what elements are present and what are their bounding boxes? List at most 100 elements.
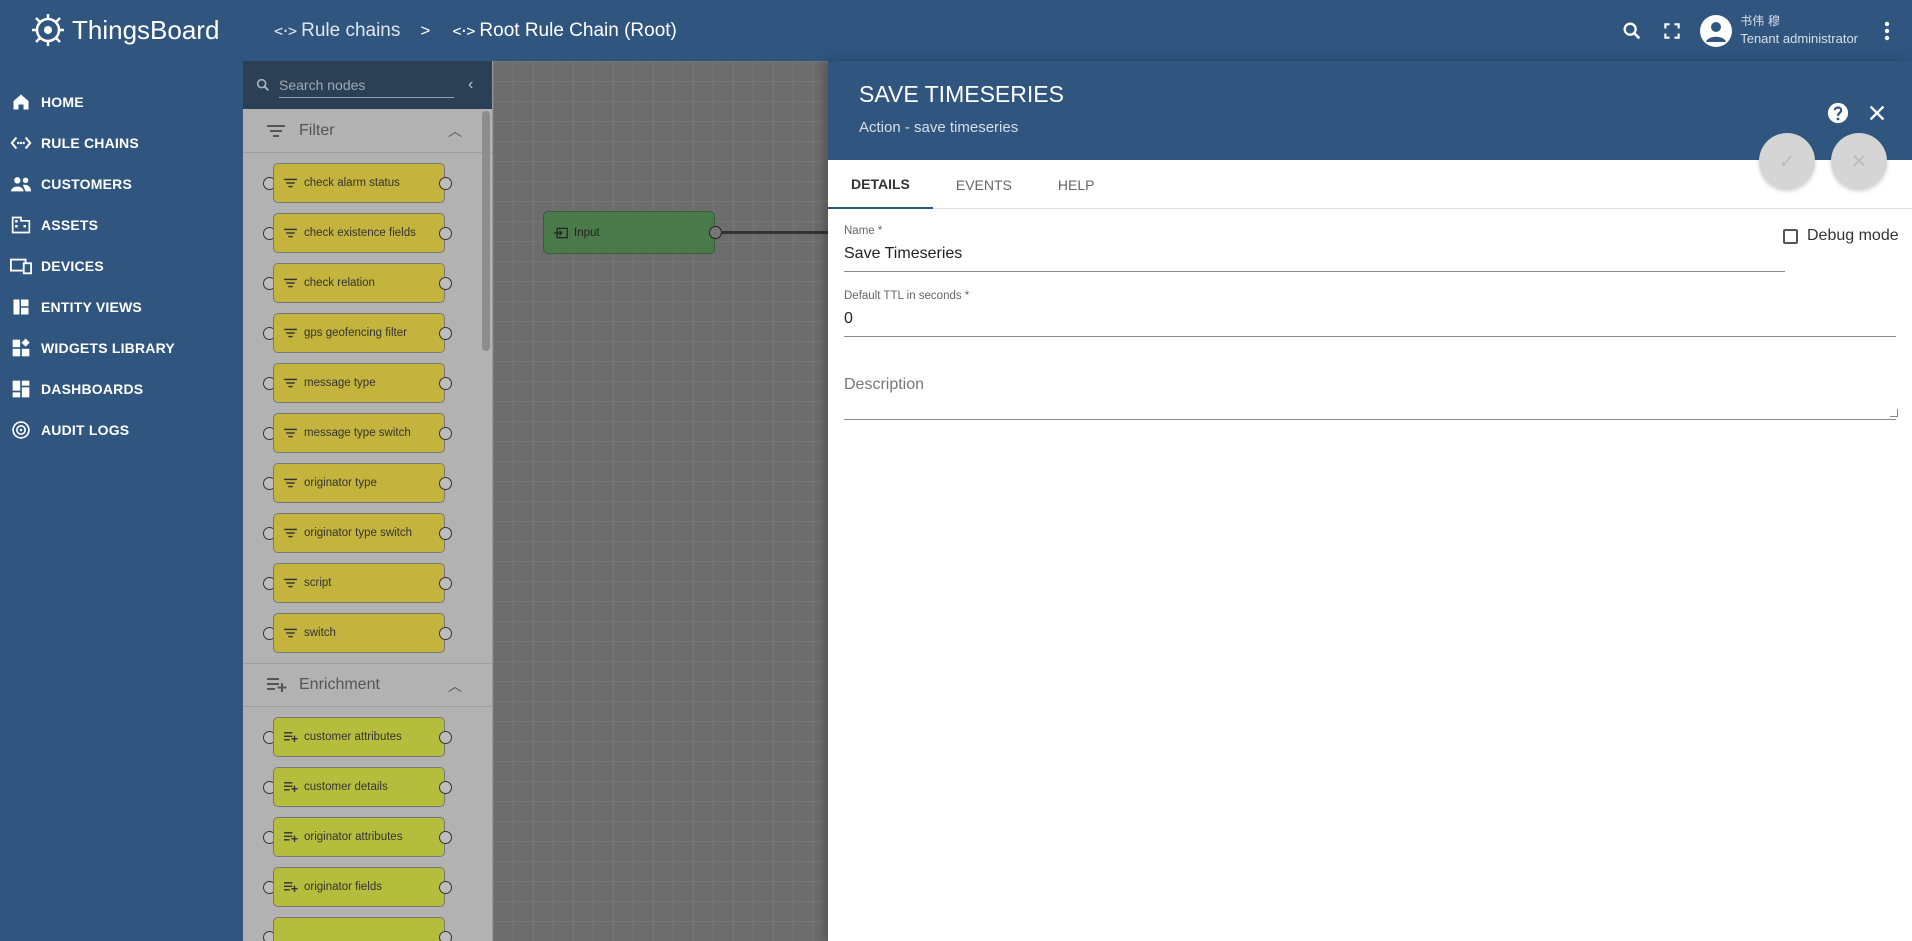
node-library-panel: Search nodes ‹ Filter ︿ check alarm stat…: [243, 61, 493, 941]
output-port: [439, 731, 452, 744]
output-port: [439, 627, 452, 640]
breadcrumb-root-rule-chain: <·> Root Rule Chain (Root): [452, 20, 677, 42]
output-port[interactable]: [709, 226, 722, 239]
description-field[interactable]: Description: [844, 376, 924, 394]
breadcrumb-rule-chains[interactable]: <·> Rule chains: [274, 20, 400, 42]
output-port: [439, 781, 452, 794]
library-node[interactable]: customer details: [243, 767, 492, 807]
filter-icon: [284, 178, 298, 188]
user-info[interactable]: 书伟 穆 Tenant administrator: [1740, 14, 1858, 47]
library-node[interactable]: gps geofencing filter: [243, 313, 492, 353]
ttl-field-label: Default TTL in seconds *: [844, 290, 970, 302]
filter-icon: [267, 124, 287, 138]
more-menu-button[interactable]: [1872, 11, 1902, 51]
sidebar-item-devices[interactable]: DEVICES: [0, 245, 243, 286]
playlist-add-icon: [284, 782, 298, 792]
tab-events[interactable]: EVENTS: [933, 160, 1035, 209]
node-search-input[interactable]: Search nodes: [279, 72, 454, 98]
library-node-partial[interactable]: [243, 917, 492, 941]
library-node[interactable]: switch: [243, 613, 492, 653]
app-logo[interactable]: ThingsBoard: [28, 8, 219, 52]
output-port: [439, 831, 452, 844]
sidebar-item-customers[interactable]: CUSTOMERS: [0, 163, 243, 204]
playlist-add-icon: [284, 732, 298, 742]
library-node[interactable]: originator attributes: [243, 817, 492, 857]
resize-handle-icon[interactable]: [1890, 409, 1898, 417]
output-port: [439, 577, 452, 590]
library-node[interactable]: message type switch: [243, 413, 492, 453]
search-button[interactable]: [1612, 11, 1652, 51]
user-role: Tenant administrator: [1740, 31, 1858, 47]
library-node[interactable]: originator type switch: [243, 513, 492, 553]
breadcrumb-label: Root Rule Chain (Root): [479, 19, 677, 41]
sidebar-item-audit-logs[interactable]: AUDIT LOGS: [0, 409, 243, 450]
fullscreen-button[interactable]: [1652, 11, 1692, 51]
rule-chain-icon: <·>: [274, 21, 297, 40]
filter-icon: [284, 628, 298, 638]
widgets-icon: [10, 337, 32, 359]
node-label: gps geofencing filter: [304, 327, 407, 339]
customers-icon: [10, 173, 32, 195]
close-button[interactable]: [1866, 102, 1888, 124]
filter-icon: [284, 278, 298, 288]
breadcrumb: <·> Rule chains > <·> Root Rule Chain (R…: [274, 0, 677, 61]
debug-mode-label[interactable]: Debug mode: [1807, 227, 1899, 245]
output-port: [439, 931, 452, 941]
rule-chain-icon: [10, 132, 32, 154]
library-node[interactable]: originator fields: [243, 867, 492, 907]
name-field[interactable]: Save Timeseries: [844, 245, 962, 263]
help-icon: [1827, 102, 1849, 124]
name-field-underline: [844, 271, 1785, 272]
section-filter-header[interactable]: Filter ︿: [243, 109, 492, 153]
collapse-library-icon[interactable]: ‹: [468, 76, 473, 94]
output-port: [439, 177, 452, 190]
input-node[interactable]: Input: [543, 211, 715, 254]
filter-icon: [284, 378, 298, 388]
breadcrumb-separator: >: [420, 20, 431, 40]
app-name: ThingsBoard: [72, 14, 220, 45]
user-name: 书伟 穆: [1740, 14, 1781, 28]
node-label: customer attributes: [304, 731, 402, 743]
library-node[interactable]: check relation: [243, 263, 492, 303]
entity-views-icon: [10, 296, 32, 318]
debug-mode-checkbox[interactable]: [1783, 229, 1798, 244]
section-title: Filter: [299, 121, 335, 139]
help-button[interactable]: [1827, 102, 1849, 124]
avatar[interactable]: [1700, 14, 1733, 47]
chevron-up-icon: ︿: [448, 123, 462, 139]
output-port: [439, 527, 452, 540]
node-label: check alarm status: [304, 177, 400, 189]
sidebar-item-entity-views[interactable]: ENTITY VIEWS: [0, 286, 243, 327]
node-label: customer details: [304, 781, 388, 793]
library-node[interactable]: check existence fields: [243, 213, 492, 253]
library-scrollbar[interactable]: [482, 111, 490, 351]
ttl-field[interactable]: 0: [844, 310, 853, 328]
node-label: originator type switch: [304, 527, 413, 539]
library-node[interactable]: script: [243, 563, 492, 603]
sidebar-item-rule-chains[interactable]: RULE CHAINS: [0, 122, 243, 163]
connection-line[interactable]: [722, 231, 828, 234]
section-enrichment-header[interactable]: Enrichment ︿: [243, 663, 492, 707]
more-vert-icon: [1884, 21, 1890, 40]
tab-help[interactable]: HELP: [1035, 160, 1118, 209]
playlist-add-icon: [284, 882, 298, 892]
library-node[interactable]: customer attributes: [243, 717, 492, 757]
sidebar-item-widgets-library[interactable]: WIDGETS LIBRARY: [0, 327, 243, 368]
input-icon: [554, 226, 568, 240]
library-node[interactable]: check alarm status: [243, 163, 492, 203]
devices-icon: [10, 255, 32, 277]
top-bar: ThingsBoard <·> Rule chains > <·> Root R…: [0, 0, 1912, 61]
top-bar-actions: 书伟 穆 Tenant administrator: [1612, 0, 1912, 61]
library-node[interactable]: originator type: [243, 463, 492, 503]
filter-icon: [284, 528, 298, 538]
rule-chain-canvas[interactable]: Input: [493, 61, 828, 941]
tab-details[interactable]: DETAILS: [828, 160, 933, 209]
account-circle-icon: [1706, 21, 1727, 42]
sidebar-item-dashboards[interactable]: DASHBOARDS: [0, 368, 243, 409]
node-label: script: [304, 577, 332, 589]
filter-node-list: check alarm status check existence field…: [243, 153, 492, 653]
filter-icon: [284, 478, 298, 488]
library-node[interactable]: message type: [243, 363, 492, 403]
sidebar-item-home[interactable]: HOME: [0, 81, 243, 122]
sidebar-item-assets[interactable]: ASSETS: [0, 204, 243, 245]
